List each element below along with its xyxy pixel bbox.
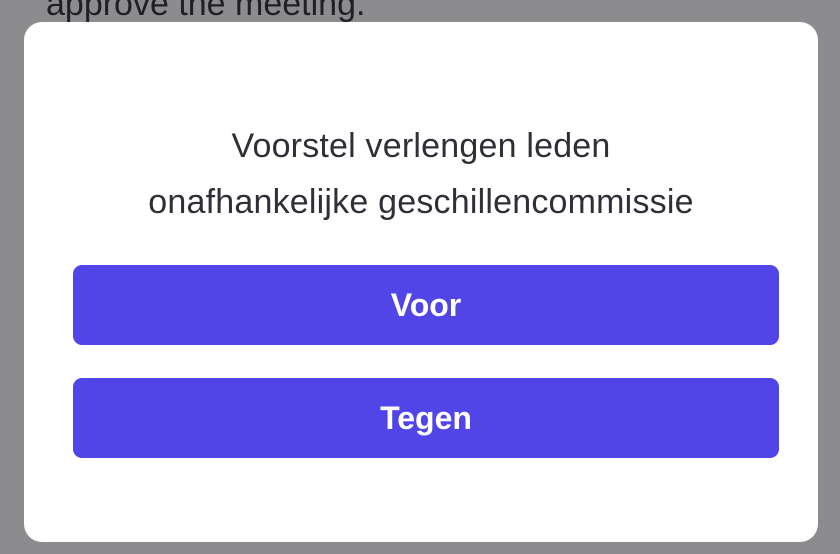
proposal-title: Voorstel verlengen leden onafhankelijke … bbox=[24, 118, 818, 230]
vote-against-button[interactable]: Tegen bbox=[73, 378, 779, 458]
vote-for-button[interactable]: Voor bbox=[73, 265, 779, 345]
proposal-title-line-1: Voorstel verlengen leden bbox=[231, 127, 611, 165]
background-page-text: approve the meeting. bbox=[46, 0, 366, 23]
vote-dialog: Voorstel verlengen leden onafhankelijke … bbox=[24, 22, 818, 542]
proposal-title-line-2: onafhankelijke geschillencommissie bbox=[148, 183, 694, 221]
